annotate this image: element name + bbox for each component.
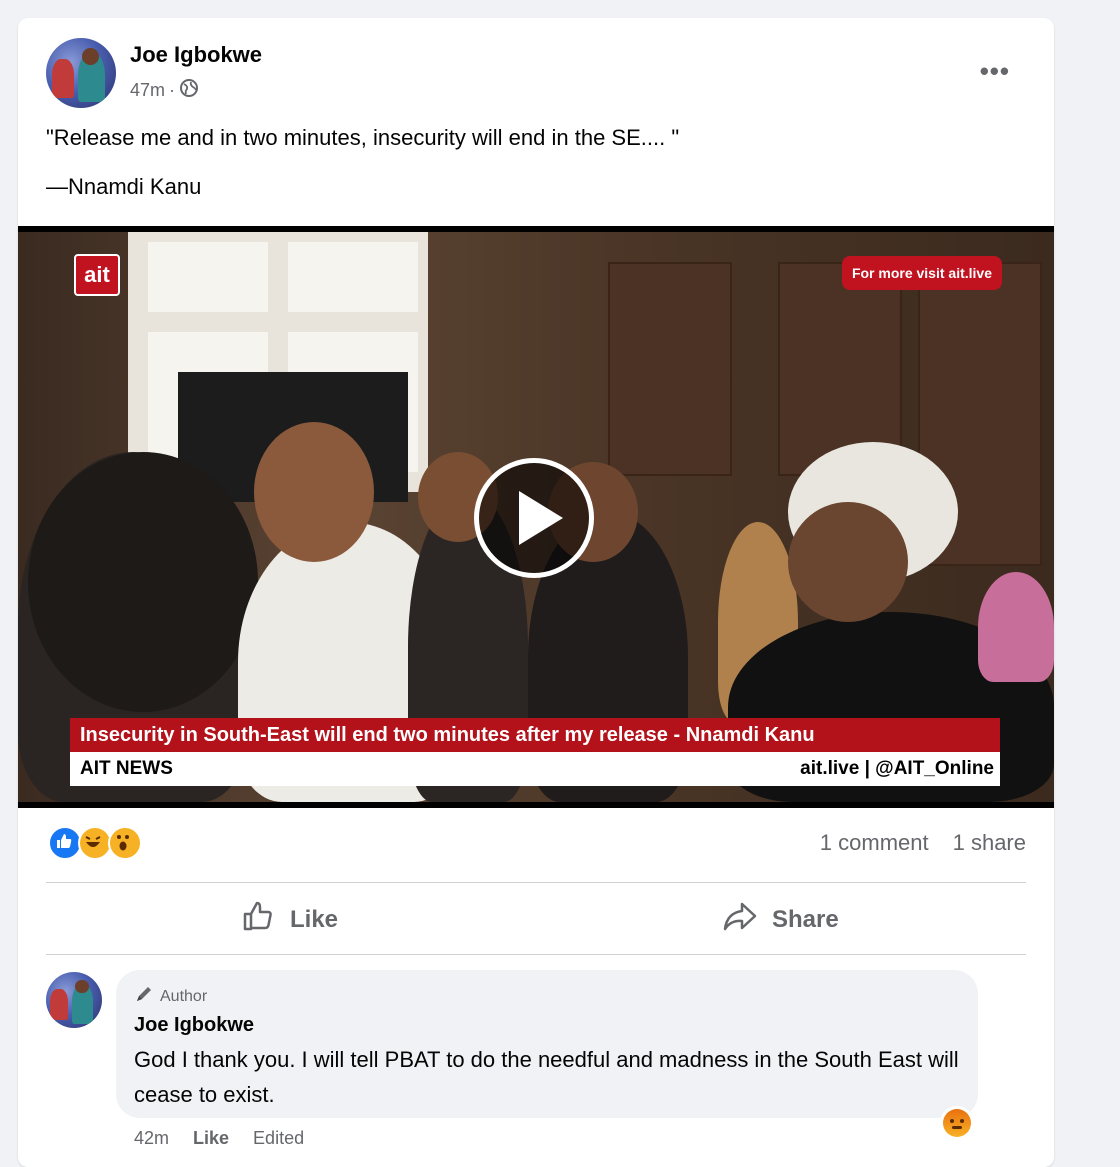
like-icon xyxy=(240,898,276,941)
video-player[interactable]: ait For more visit ait.live Insecurity i… xyxy=(18,226,1054,808)
share-icon xyxy=(722,898,758,941)
post-author-name[interactable]: Joe Igbokwe xyxy=(130,42,262,68)
ait-visit-badge: For more visit ait.live xyxy=(841,256,1002,290)
divider xyxy=(46,954,1026,955)
wow-reaction-icon xyxy=(108,826,142,860)
author-badge-label: Author xyxy=(160,987,208,1005)
ait-logo: ait xyxy=(74,254,120,296)
comment-count[interactable]: 1 comment xyxy=(820,830,929,856)
divider xyxy=(46,882,1026,883)
share-button[interactable]: Share xyxy=(722,898,839,941)
reaction-summary[interactable] xyxy=(48,826,142,860)
news-headline: Insecurity in South-East will end two mi… xyxy=(70,718,1000,752)
comment-time[interactable]: 42m xyxy=(134,1128,169,1149)
comment-footer: 42m Like Edited xyxy=(134,1128,304,1149)
share-label: Share xyxy=(772,905,839,933)
angry-reaction-icon[interactable] xyxy=(940,1106,974,1140)
pencil-icon xyxy=(134,984,154,1009)
comment-like-button[interactable]: Like xyxy=(193,1128,229,1149)
post-time[interactable]: 47m xyxy=(130,80,165,101)
video-thumbnail: ait For more visit ait.live Insecurity i… xyxy=(18,232,1054,802)
meta-separator: · xyxy=(169,80,176,100)
author-badge: Author xyxy=(134,984,207,1009)
post-meta: 47m · xyxy=(130,78,199,103)
more-options-icon[interactable]: ••• xyxy=(980,56,1010,87)
commenter-avatar[interactable] xyxy=(46,972,102,1028)
news-ticker: AIT NEWS ait.live | @AIT_Online xyxy=(70,752,1000,786)
page-margin xyxy=(1060,0,1120,1167)
share-count[interactable]: 1 share xyxy=(953,830,1026,856)
author-avatar[interactable] xyxy=(46,38,116,108)
play-icon[interactable] xyxy=(474,458,594,578)
like-reaction-icon xyxy=(48,826,82,860)
comment-bubble: Author Joe Igbokwe God I thank you. I wi… xyxy=(116,970,978,1118)
post-quote: "Release me and in two minutes, insecuri… xyxy=(46,125,680,150)
post-attribution: —Nnamdi Kanu xyxy=(46,174,202,199)
channel-handle: ait.live | @AIT_Online xyxy=(800,758,994,779)
globe-icon xyxy=(179,78,199,103)
like-label: Like xyxy=(290,905,339,933)
like-button[interactable]: Like xyxy=(240,898,338,941)
comment-edited-label[interactable]: Edited xyxy=(253,1128,304,1149)
channel-name: AIT NEWS xyxy=(80,758,173,779)
engagement-counts: 1 comment 1 share xyxy=(820,830,1026,856)
comment-text: God I thank you. I will tell PBAT to do … xyxy=(134,1047,959,1107)
comment-author-name[interactable]: Joe Igbokwe xyxy=(134,1014,254,1037)
haha-reaction-icon xyxy=(78,826,112,860)
